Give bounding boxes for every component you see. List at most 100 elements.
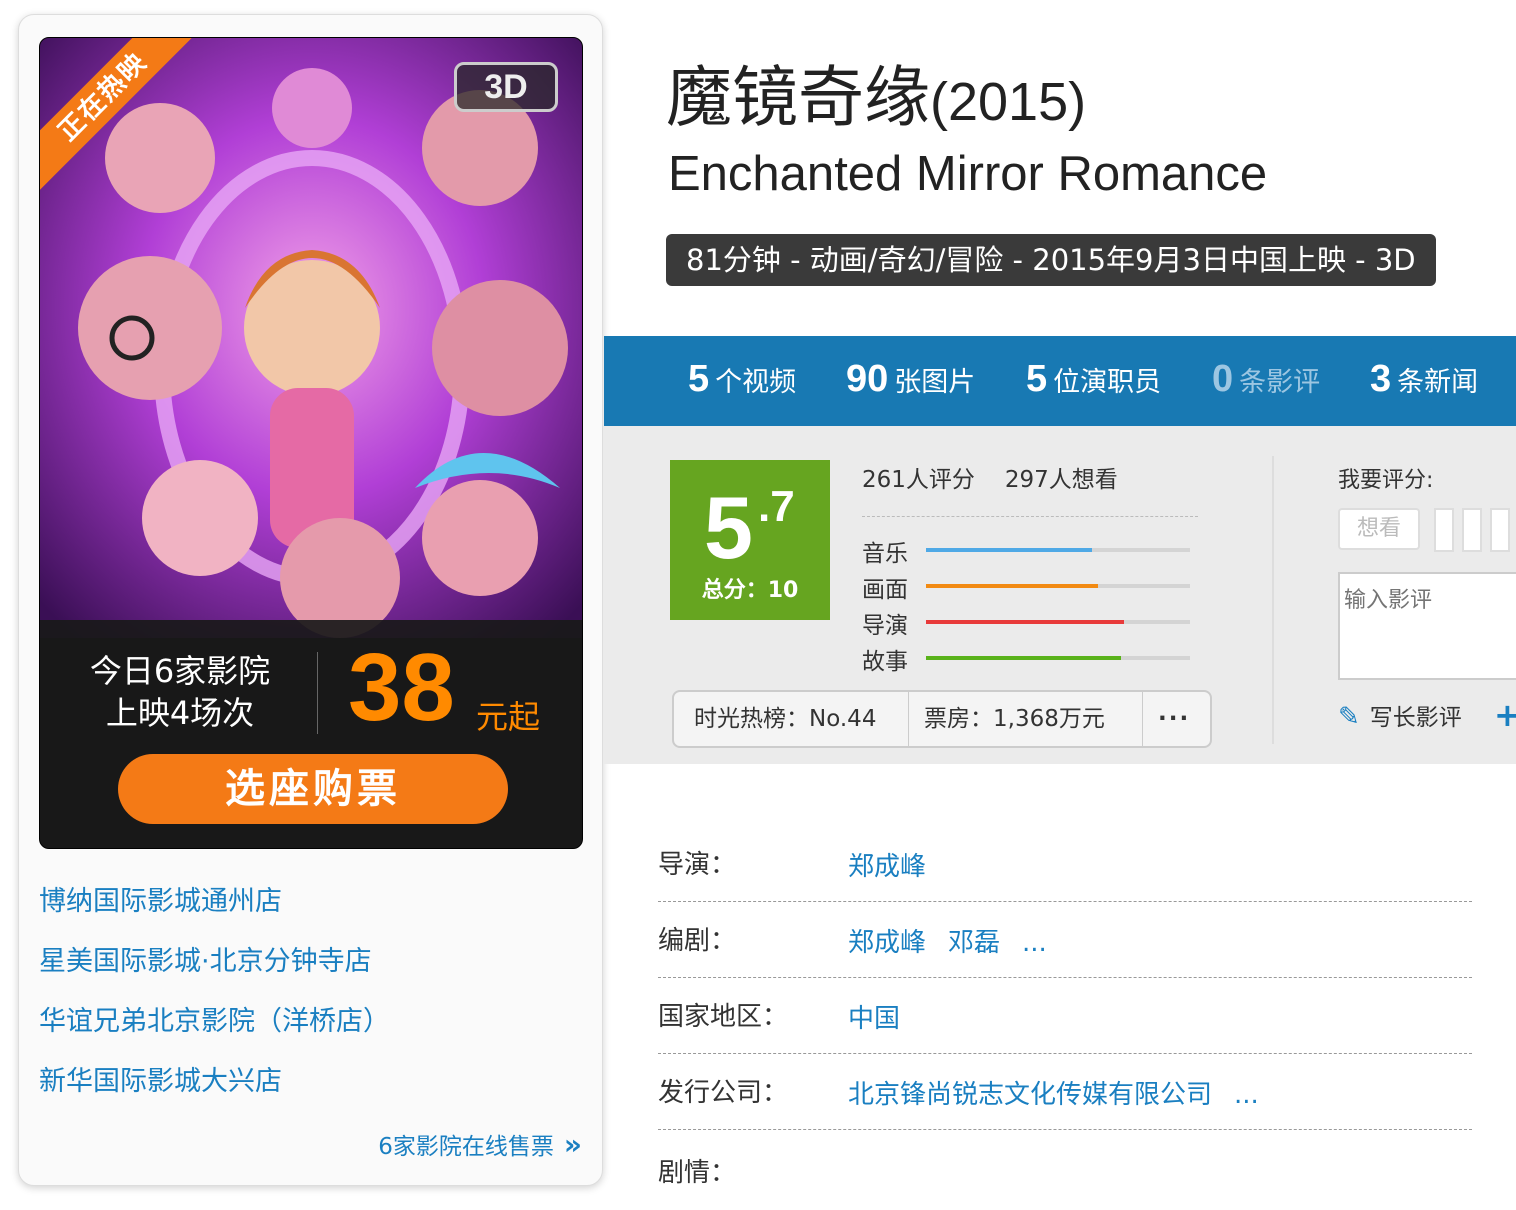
bar-label: 故事 xyxy=(862,649,908,675)
online-ticket-link[interactable]: 6家影院在线售票 » xyxy=(378,1127,582,1161)
stat-news[interactable]: 3 条新闻 xyxy=(1370,358,1478,401)
title-english: Enchanted Mirror Romance xyxy=(668,147,1268,201)
title-year: (2015) xyxy=(930,72,1087,132)
stat-number: 90 xyxy=(846,358,889,400)
rank-boxoffice-pill: 时光热榜：No.44 票房：1,368万元 ··· xyxy=(672,690,1212,748)
pill-divider xyxy=(908,692,909,746)
stat-photos[interactable]: 90 张图片 xyxy=(846,358,975,401)
stat-label: 个视频 xyxy=(715,367,797,398)
bar-track xyxy=(926,656,1190,660)
buy-tickets-button[interactable]: 选座购票 xyxy=(118,754,508,824)
rating-panel: 5 .7 总分：10 261人评分 297人想看 音乐 画面 导演 故事 时光热榜… xyxy=(604,426,1516,764)
bar-fill xyxy=(926,656,1122,660)
bar-label: 画面 xyxy=(862,577,908,603)
bar-track xyxy=(926,548,1190,552)
bar-label: 音乐 xyxy=(862,541,908,567)
pill-divider xyxy=(1142,692,1143,746)
stat-number: 5 xyxy=(688,358,710,400)
credit-values: 郑成峰 邓磊... xyxy=(848,922,1069,959)
rating-bar-story: 故事 xyxy=(862,642,1192,675)
review-input[interactable] xyxy=(1338,572,1516,680)
credit-link[interactable]: 北京锋尚锐志文化传媒有限公司 xyxy=(848,1080,1212,1110)
stat-label: 张图片 xyxy=(894,367,976,398)
rating-star-box[interactable] xyxy=(1434,508,1454,552)
overlay-divider xyxy=(317,652,318,734)
page-title: 魔镜奇缘(2015) xyxy=(666,44,1086,140)
bar-fill xyxy=(926,548,1093,552)
stat-label: 条新闻 xyxy=(1397,367,1479,398)
cinema-link[interactable]: 新华国际影城大兴店 xyxy=(39,1057,390,1117)
rating-bar-visuals: 画面 xyxy=(862,570,1192,603)
double-chevron-right-icon: » xyxy=(563,1128,582,1161)
box-office[interactable]: 票房：1,368万元 xyxy=(924,692,1105,746)
rating-counts: 261人评分 297人想看 xyxy=(862,460,1118,494)
write-long-review-label: 写长影评 xyxy=(1369,705,1462,731)
my-rating-label: 我要评分: xyxy=(1338,468,1434,493)
3d-badge: 3D xyxy=(454,62,558,112)
poster-artwork xyxy=(40,38,582,638)
stat-label: 位演职员 xyxy=(1053,367,1162,398)
plus-icon[interactable]: + xyxy=(1494,696,1516,734)
price-suffix: 元起 xyxy=(476,698,541,736)
score-box: 5 .7 总分：10 xyxy=(670,460,830,620)
credit-row-writer: 编剧： 郑成峰 邓磊... xyxy=(658,902,1472,978)
divider xyxy=(862,516,1198,517)
credit-key: 国家地区： xyxy=(658,1002,789,1032)
credit-link[interactable]: 邓磊 xyxy=(948,928,1000,958)
bar-track xyxy=(926,620,1190,624)
bar-fill xyxy=(926,620,1124,624)
rating-star-box[interactable] xyxy=(1490,508,1510,552)
stat-videos[interactable]: 5 个视频 xyxy=(688,358,796,401)
score-integer: 5 xyxy=(704,478,753,577)
rating-bar-music: 音乐 xyxy=(862,534,1192,567)
credit-row-director: 导演： 郑成峰 xyxy=(658,826,1472,902)
write-long-review-link[interactable]: ✎ 写长影评 xyxy=(1338,698,1462,732)
stat-number: 3 xyxy=(1370,358,1392,400)
stat-reviews[interactable]: 0 条影评 xyxy=(1212,358,1320,401)
cinema-link[interactable]: 博纳国际影城通州店 xyxy=(39,877,390,937)
score-total: 总分：10 xyxy=(701,578,799,603)
rating-star-box[interactable] xyxy=(1462,508,1482,552)
showtime-summary: 今日6家影院 上映4场次 xyxy=(70,650,290,734)
want-count: 297人想看 xyxy=(1004,467,1118,493)
ticket-price: 38 xyxy=(348,634,455,741)
bar-track xyxy=(926,584,1190,588)
showtime-overlay: 今日6家影院 上映4场次 38 元起 选座购票 xyxy=(40,620,582,848)
credit-link[interactable]: 郑成峰 xyxy=(848,928,926,958)
rating-bar-direction: 导演 xyxy=(862,606,1192,639)
credit-row-distributor: 发行公司： 北京锋尚锐志文化传媒有限公司... xyxy=(658,1054,1472,1130)
credit-row-plot: 剧情： xyxy=(658,1134,1472,1210)
want-to-watch-button[interactable]: 想看 xyxy=(1338,508,1420,550)
stat-cast[interactable]: 5 位演职员 xyxy=(1026,358,1161,401)
credit-key: 编剧： xyxy=(658,926,737,956)
credit-row-country: 国家地区： 中国 xyxy=(658,978,1472,1054)
cinema-link[interactable]: 星美国际影城·北京分钟寺店 xyxy=(39,937,390,997)
movie-meta: 81分钟 - 动画/奇幻/冒险 - 2015年9月3日中国上映 - 3D xyxy=(666,234,1436,286)
credit-more-link[interactable]: ... xyxy=(1234,1080,1259,1110)
credit-values: 中国 xyxy=(848,998,922,1035)
credit-key: 发行公司： xyxy=(658,1078,789,1108)
stat-number: 0 xyxy=(1212,358,1234,400)
movie-poster[interactable]: 正在热映 3D 今日6家影院 上映4场次 38 元起 选座购票 xyxy=(39,37,583,849)
more-menu-icon[interactable]: ··· xyxy=(1158,692,1190,746)
credit-key: 导演： xyxy=(658,850,737,880)
score-decimal: .7 xyxy=(758,482,795,531)
vertical-divider xyxy=(1272,456,1274,744)
bar-label: 导演 xyxy=(862,613,908,639)
cinema-link[interactable]: 华谊兄弟北京影院（洋桥店） xyxy=(39,997,390,1057)
media-stats-bar: 5 个视频 90 张图片 5 位演职员 0 条影评 3 条新闻 xyxy=(604,336,1516,426)
credit-more-link[interactable]: ... xyxy=(1022,928,1047,958)
bar-fill xyxy=(926,584,1098,588)
cinema-list: 博纳国际影城通州店 星美国际影城·北京分钟寺店 华谊兄弟北京影院（洋桥店） 新华… xyxy=(39,877,390,1117)
credit-link[interactable]: 郑成峰 xyxy=(848,852,926,882)
online-ticket-label: 6家影院在线售票 xyxy=(378,1134,554,1160)
cinema-count: 今日6家影院 xyxy=(89,652,271,690)
title-chinese: 魔镜奇缘 xyxy=(666,59,930,136)
ticket-card: 正在热映 3D 今日6家影院 上映4场次 38 元起 选座购票 博纳国际影城通州… xyxy=(18,14,603,1186)
session-count: 上映4场次 xyxy=(105,694,255,732)
hot-rank[interactable]: 时光热榜：No.44 xyxy=(694,692,876,746)
credit-key: 剧情： xyxy=(658,1158,737,1188)
credit-link[interactable]: 中国 xyxy=(848,1004,900,1034)
credit-values: 郑成峰 xyxy=(848,846,948,883)
stat-number: 5 xyxy=(1026,358,1048,400)
